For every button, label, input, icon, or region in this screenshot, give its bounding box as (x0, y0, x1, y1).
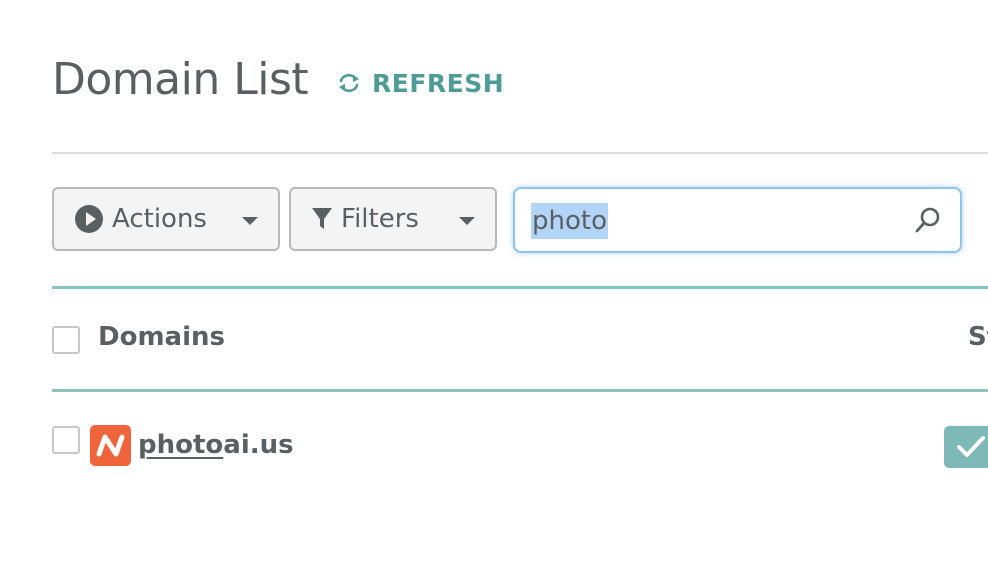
domain-name-match: photo (138, 430, 224, 460)
actions-label: Actions (112, 204, 207, 234)
chevron-down-icon (242, 217, 258, 225)
column-header-domains[interactable]: Domains (98, 322, 225, 352)
refresh-label: REFRESH (372, 68, 505, 98)
filters-label: Filters (341, 204, 419, 234)
search-icon[interactable] (914, 206, 942, 234)
refresh-button[interactable]: REFRESH (336, 66, 504, 100)
domain-link[interactable]: photoai.us (138, 430, 294, 460)
table-top-rule (52, 286, 988, 289)
page-title: Domain List (52, 54, 309, 105)
filters-dropdown-button[interactable]: Filters (289, 187, 497, 251)
actions-dropdown-button[interactable]: Actions (52, 187, 280, 251)
chevron-down-icon (459, 217, 475, 225)
status-badge (944, 426, 988, 468)
divider (52, 152, 988, 154)
select-all-checkbox[interactable] (52, 326, 80, 354)
table-header-rule (52, 389, 988, 392)
site-favicon-icon (90, 425, 131, 466)
play-circle-icon (75, 205, 103, 233)
domain-name-rest: ai.us (223, 430, 294, 460)
refresh-icon (339, 73, 359, 93)
column-header-status[interactable]: St (968, 322, 988, 352)
filter-icon (312, 208, 332, 229)
check-icon (957, 436, 985, 457)
row-checkbox[interactable] (52, 426, 80, 454)
search-box[interactable]: photo (513, 187, 962, 253)
search-input[interactable] (531, 201, 891, 239)
